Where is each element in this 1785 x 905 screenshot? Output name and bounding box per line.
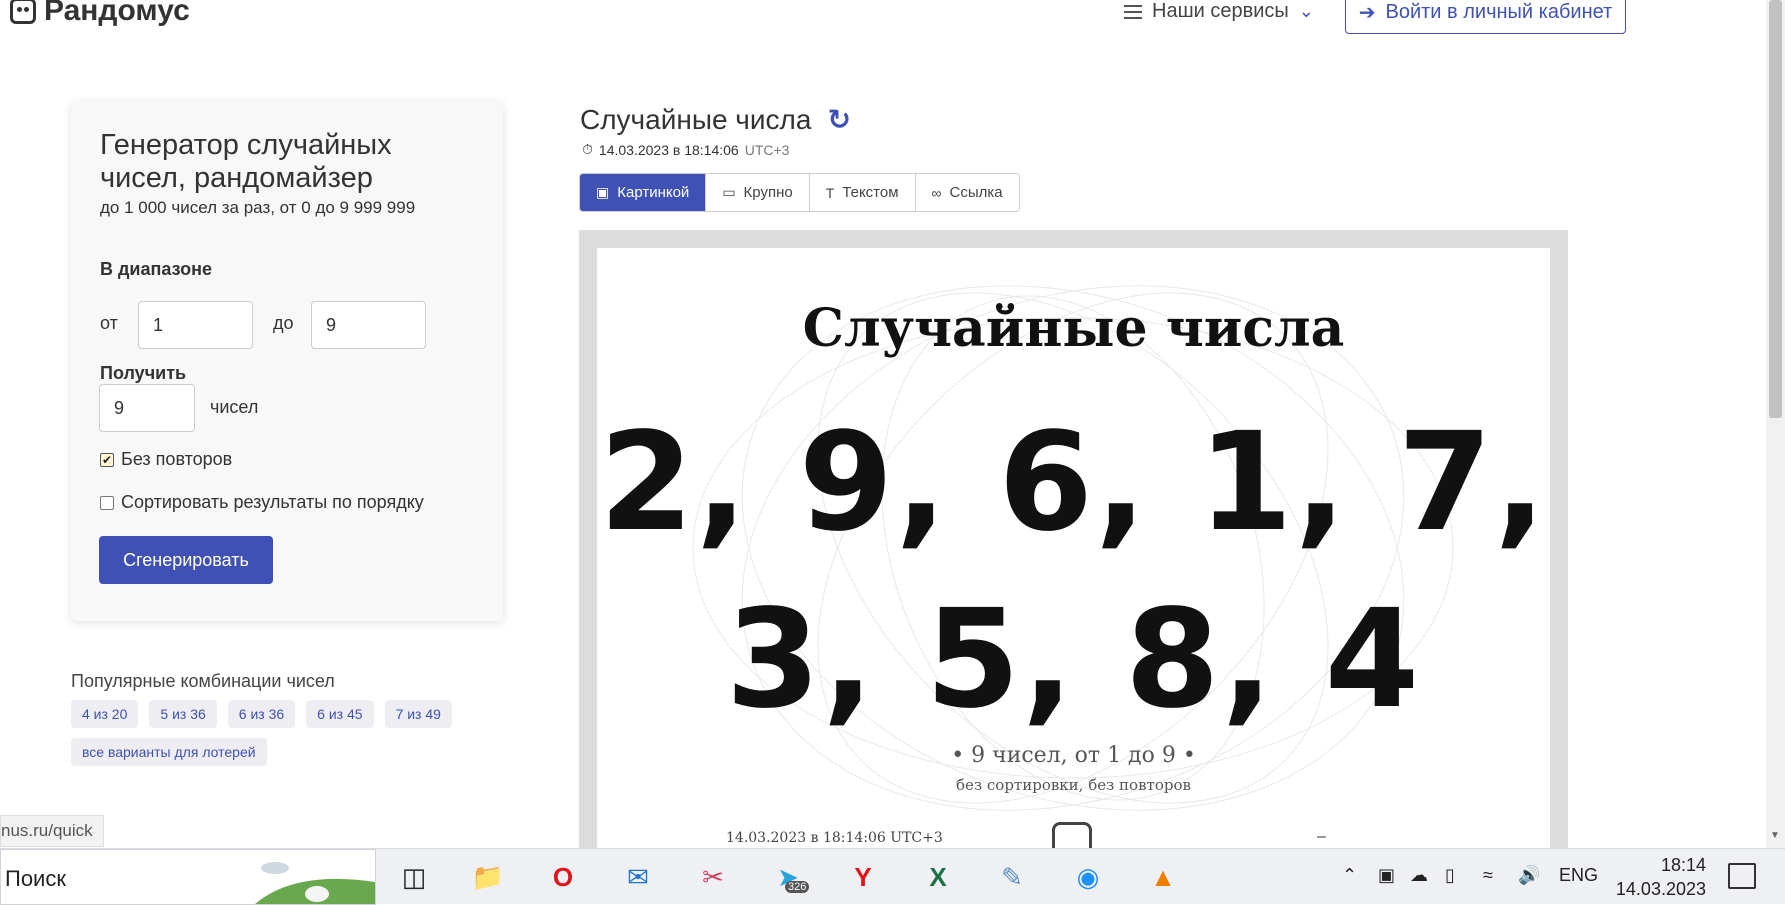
onedrive-error-icon[interactable]: ☁ — [1410, 865, 1428, 886]
chip-4-of-20[interactable]: 4 из 20 — [71, 700, 139, 728]
text-icon: T — [825, 184, 835, 201]
result-image: Случайные числа 2, 9, 6, 1, 7, 3, 5, 8, … — [597, 248, 1550, 848]
yandex-browser-icon[interactable]: Y — [845, 859, 881, 895]
rectangle-icon: ▭ — [722, 184, 736, 200]
chip-5-of-36[interactable]: 5 из 36 — [149, 700, 217, 728]
get-label: Получить — [100, 363, 187, 383]
battery-icon[interactable]: ▯ — [1445, 865, 1455, 886]
weather-widget-icon — [255, 862, 375, 904]
snipping-tool-icon[interactable]: ✂ — [695, 859, 731, 895]
link-icon: ∞ — [931, 184, 942, 201]
image-icon: ▣ — [596, 184, 610, 200]
from-label: от — [100, 313, 118, 333]
wifi-icon[interactable]: ≈ — [1483, 865, 1493, 886]
clock-date: 14.03.2023 — [1615, 879, 1706, 899]
result-timestamp: ⏱ 14.03.2023 в 18:14:06 UTC+3 — [582, 141, 789, 158]
chip-all-lotteries[interactable]: все варианты для лотерей — [71, 738, 267, 766]
tab-image-label: Картинкой — [617, 184, 690, 201]
timezone-text: UTC+3 — [744, 141, 790, 158]
scrollbar-thumb[interactable] — [1769, 0, 1782, 418]
url-status-tooltip: nus.ru/quick — [0, 815, 104, 847]
services-menu[interactable]: Наши сервисы ⌄ — [1124, 0, 1314, 23]
tab-text-label: Текстом — [842, 184, 899, 201]
to-label: до — [273, 313, 294, 333]
image-timestamp: 14.03.2023 в 18:14:06 UTC+3 — [726, 830, 943, 846]
zoom-app-icon[interactable]: ◉ — [1070, 859, 1106, 895]
task-view-icon[interactable]: ◫ — [396, 859, 432, 895]
tab-image[interactable]: ▣ Картинкой — [580, 174, 707, 211]
tab-large-label: Крупно — [743, 184, 793, 201]
generator-title: Генератор случайных чисел, рандомайзер — [100, 129, 392, 194]
tab-large[interactable]: ▭ Крупно — [706, 174, 810, 211]
site-logo[interactable]: Рандомус — [10, 0, 190, 28]
notepad-icon[interactable]: ✎ — [994, 859, 1030, 895]
taskbar: Поиск ◫ 📁 O ✉ ✂ ➤ 326 Y X ✎ ◉ ▲ ⌃ ▣ ☁ ▯ … — [0, 848, 1785, 905]
taskbar-clock[interactable]: 18:14 14.03.2023 — [1606, 853, 1706, 901]
to-input[interactable]: 9 — [311, 301, 426, 349]
tab-link-label: Ссылка — [949, 184, 1003, 201]
from-input[interactable]: 1 — [138, 301, 253, 349]
image-heading: Случайные числа — [802, 298, 1345, 359]
view-tabs: ▣ Картинкой ▭ Крупно T Текстом ∞ Ссылка — [579, 173, 1020, 212]
file-explorer-icon[interactable]: 📁 — [470, 859, 506, 895]
opera-icon[interactable]: O — [545, 859, 581, 895]
logo-text: Рандомус — [44, 0, 190, 27]
volume-icon[interactable]: 🔊 — [1518, 865, 1540, 886]
chevron-down-icon: ⌄ — [1298, 1, 1314, 21]
checkbox-empty-icon — [100, 495, 114, 510]
range-label: В диапазоне — [100, 259, 212, 279]
tab-link[interactable]: ∞ Ссылка — [915, 174, 1019, 211]
numbers-description: • 9 чисел, от 1 до 9 • — [951, 743, 1196, 768]
notifications-icon[interactable] — [1728, 863, 1756, 889]
tray-chevron-up-icon[interactable]: ⌃ — [1342, 865, 1357, 886]
chip-6-of-36[interactable]: 6 из 36 — [227, 700, 296, 728]
list-icon — [1124, 4, 1142, 20]
stopwatch-icon: ⏱ — [582, 141, 593, 157]
popular-chips: 4 из 20 5 из 36 6 из 36 6 из 45 7 из 49 … — [71, 700, 471, 766]
services-label: Наши сервисы — [1152, 0, 1289, 22]
dice-logo-icon — [10, 0, 36, 24]
popular-heading: Популярные комбинации чисел — [71, 671, 335, 691]
result-image-frame: Случайные числа 2, 9, 6, 1, 7, 3, 5, 8, … — [579, 230, 1568, 848]
numbers-details: без сортировки, без повторов — [956, 776, 1191, 794]
clock-time: 18:14 — [1660, 855, 1706, 875]
login-label: Войти в личный кабинет — [1385, 0, 1613, 23]
telegram-badge: 326 — [785, 881, 810, 893]
generator-card: Генератор случайных чисел, рандомайзер д… — [71, 101, 503, 621]
meet-now-icon[interactable]: ▣ — [1378, 865, 1395, 886]
search-label: Поиск — [5, 866, 66, 891]
login-icon: ➔ — [1358, 1, 1376, 24]
sort-label: Сортировать результаты по порядку — [121, 492, 424, 512]
chip-6-of-45[interactable]: 6 из 45 — [306, 700, 374, 728]
mail-icon[interactable]: ✉ — [620, 859, 656, 895]
tab-text[interactable]: T Текстом — [809, 174, 916, 211]
image-dash: – — [1317, 828, 1326, 845]
checkbox-checked-icon: ✔ — [100, 452, 114, 467]
vlc-icon[interactable]: ▲ — [1145, 859, 1181, 895]
language-indicator[interactable]: ENG — [1559, 865, 1598, 886]
taskbar-search[interactable]: Поиск — [0, 849, 376, 905]
result-header: Случайные числа ↻ — [580, 103, 851, 136]
chip-7-of-49[interactable]: 7 из 49 — [384, 700, 452, 728]
result-title: Случайные числа — [580, 103, 812, 135]
timestamp-text: 14.03.2023 в 18:14:06 — [598, 141, 739, 158]
image-logo-icon — [1052, 822, 1092, 848]
generate-button[interactable]: Сгенерировать — [99, 536, 273, 584]
excel-icon[interactable]: X — [920, 859, 956, 895]
no-repeat-checkbox[interactable]: ✔ Без повторов — [100, 449, 232, 470]
login-button[interactable]: ➔ Войти в личный кабинет — [1345, 0, 1626, 34]
generator-subtitle: до 1 000 чисел за раз, от 0 до 9 999 999 — [100, 198, 416, 217]
browser-page: Рандомус Наши сервисы ⌄ ➔ Войти в личный… — [0, 0, 1785, 848]
count-input[interactable]: 9 — [99, 384, 195, 432]
refresh-icon[interactable]: ↻ — [827, 103, 850, 136]
no-repeat-label: Без повторов — [121, 449, 233, 469]
numbers-line-1: 2, 9, 6, 1, 7, — [599, 404, 1548, 562]
count-unit: чисел — [210, 397, 259, 417]
scroll-down-icon[interactable]: ▼ — [1770, 830, 1780, 841]
sort-checkbox[interactable]: Сортировать результаты по порядку — [100, 492, 424, 513]
numbers-line-2: 3, 5, 8, 4 — [725, 581, 1422, 739]
